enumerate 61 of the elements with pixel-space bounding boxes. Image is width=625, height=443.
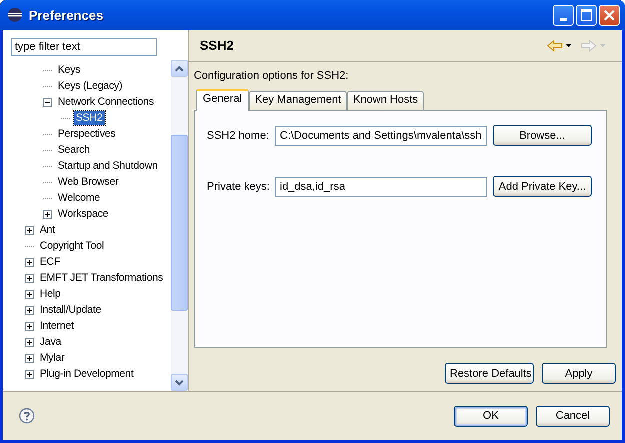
maximize-button[interactable]	[576, 4, 597, 26]
page-button[interactable]: Apply	[542, 363, 616, 384]
page-title: SSH2	[200, 38, 235, 53]
tab[interactable]: General	[196, 89, 250, 111]
minus-icon[interactable]	[43, 98, 52, 106]
tree-item[interactable]: EMFT JET Transformations	[38, 271, 166, 285]
tab[interactable]: Key Management	[249, 91, 348, 110]
plus-icon[interactable]	[25, 354, 34, 362]
app-icon	[7, 7, 23, 23]
tree-item[interactable]: ECF	[38, 255, 62, 269]
scrollbar[interactable]	[171, 60, 188, 391]
dialog-button[interactable]: Cancel	[536, 406, 610, 426]
field-button[interactable]: Browse...	[493, 125, 592, 146]
page-description: Configuration options for SSH2:	[194, 70, 350, 82]
window-title: Preferences	[29, 8, 104, 22]
close-button[interactable]	[599, 4, 620, 26]
plus-icon[interactable]	[25, 370, 34, 378]
plus-icon[interactable]	[25, 306, 34, 314]
scroll-down-button[interactable]	[171, 374, 188, 391]
tree-item[interactable]: Workspace	[56, 207, 111, 221]
tree-item[interactable]: SSH2	[74, 111, 105, 125]
tree-item[interactable]: Search	[56, 143, 92, 157]
field-label: Private keys:	[207, 180, 271, 192]
tree-item[interactable]: Plug-in Development	[38, 367, 136, 381]
field-label: SSH2 home:	[207, 130, 270, 142]
tree-item[interactable]: Keys	[56, 63, 83, 77]
dialog-button[interactable]: OK	[454, 406, 528, 426]
tree-item[interactable]: Startup and Shutdown	[56, 159, 160, 173]
plus-icon[interactable]	[25, 226, 34, 234]
tree-item[interactable]: Mylar	[38, 351, 67, 365]
tree-item[interactable]: Install/Update	[38, 303, 104, 317]
tab[interactable]: Known Hosts	[347, 91, 424, 110]
up-chevron-icon	[175, 66, 184, 72]
tree-item[interactable]: Java	[38, 335, 64, 349]
down-chevron-icon	[175, 380, 184, 386]
tree-item[interactable]: Ant	[38, 223, 58, 237]
page-button[interactable]: Restore Defaults	[445, 363, 534, 384]
plus-icon[interactable]	[25, 290, 34, 298]
tree-item[interactable]: Welcome	[56, 191, 102, 205]
scroll-up-button[interactable]	[171, 60, 188, 77]
help-icon[interactable]	[19, 408, 35, 424]
tree-item[interactable]: Copyright Tool	[38, 239, 106, 253]
tree-item[interactable]: Network Connections	[56, 95, 156, 109]
plus-icon[interactable]	[43, 210, 52, 218]
tree-item[interactable]: Perspectives	[56, 127, 118, 141]
tree-item[interactable]: Help	[38, 287, 63, 301]
plus-icon[interactable]	[25, 322, 34, 330]
text-field[interactable]: id_dsa,id_rsa	[275, 176, 487, 196]
plus-icon[interactable]	[25, 274, 34, 282]
minimize-button[interactable]	[553, 4, 574, 26]
dropdown-caret-icon[interactable]	[566, 44, 572, 48]
tree-item[interactable]: Internet	[38, 319, 76, 333]
filter-field[interactable]: type filter text	[11, 38, 157, 56]
text-field[interactable]: C:\Documents and Settings\mvalenta\ssh	[275, 126, 487, 146]
scroll-thumb[interactable]	[171, 135, 188, 311]
plus-icon[interactable]	[25, 338, 34, 346]
field-button[interactable]: Add Private Key...	[493, 176, 592, 197]
tree-item[interactable]: Keys (Legacy)	[56, 79, 125, 93]
tree-item[interactable]: Web Browser	[56, 175, 121, 189]
plus-icon[interactable]	[25, 258, 34, 266]
close-icon	[603, 8, 616, 22]
